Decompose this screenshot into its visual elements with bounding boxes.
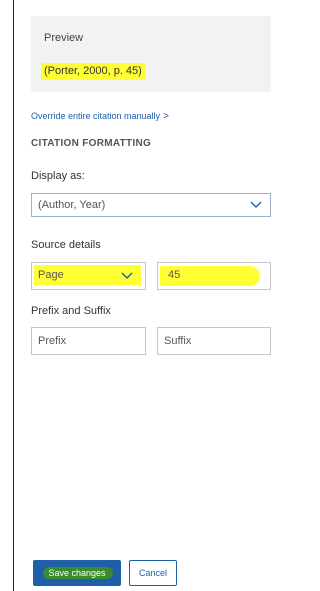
preview-label: Preview — [44, 32, 84, 44]
display-as-select[interactable]: (Author, Year) — [31, 193, 271, 217]
override-citation-link[interactable]: Override entire citation manually > — [31, 111, 169, 122]
save-changes-label: Save changes — [48, 568, 106, 578]
preview-citation-text: (Porter, 2000, p. 45) — [41, 63, 146, 80]
citation-formatting-heading: CITATION FORMATTING — [31, 138, 152, 149]
prefix-suffix-label: Prefix and Suffix — [31, 305, 111, 317]
locator-type-value: Page — [38, 269, 64, 281]
source-details-label: Source details — [31, 239, 101, 251]
locator-value-text: 45 — [168, 269, 181, 281]
display-as-value: (Author, Year) — [38, 199, 106, 211]
prefix-placeholder: Prefix — [38, 335, 67, 347]
cancel-label: Cancel — [138, 568, 167, 578]
panel-left-border — [13, 0, 14, 591]
prefix-input[interactable]: Prefix — [31, 327, 146, 355]
citation-preview-box: Preview (Porter, 2000, p. 45) — [31, 16, 271, 92]
suffix-placeholder: Suffix — [164, 335, 192, 347]
chevron-down-icon — [121, 268, 133, 287]
save-changes-button[interactable]: Save changes — [33, 560, 121, 586]
cancel-button[interactable]: Cancel — [129, 560, 177, 586]
locator-value-input[interactable]: 45 — [157, 262, 271, 290]
override-link-label: Override entire citation manually — [31, 111, 161, 121]
chevron-right-icon: > — [163, 111, 169, 122]
display-as-label: Display as: — [31, 170, 85, 182]
locator-type-select[interactable]: Page — [31, 262, 146, 290]
chevron-down-icon — [250, 197, 262, 216]
suffix-input[interactable]: Suffix — [157, 327, 271, 355]
